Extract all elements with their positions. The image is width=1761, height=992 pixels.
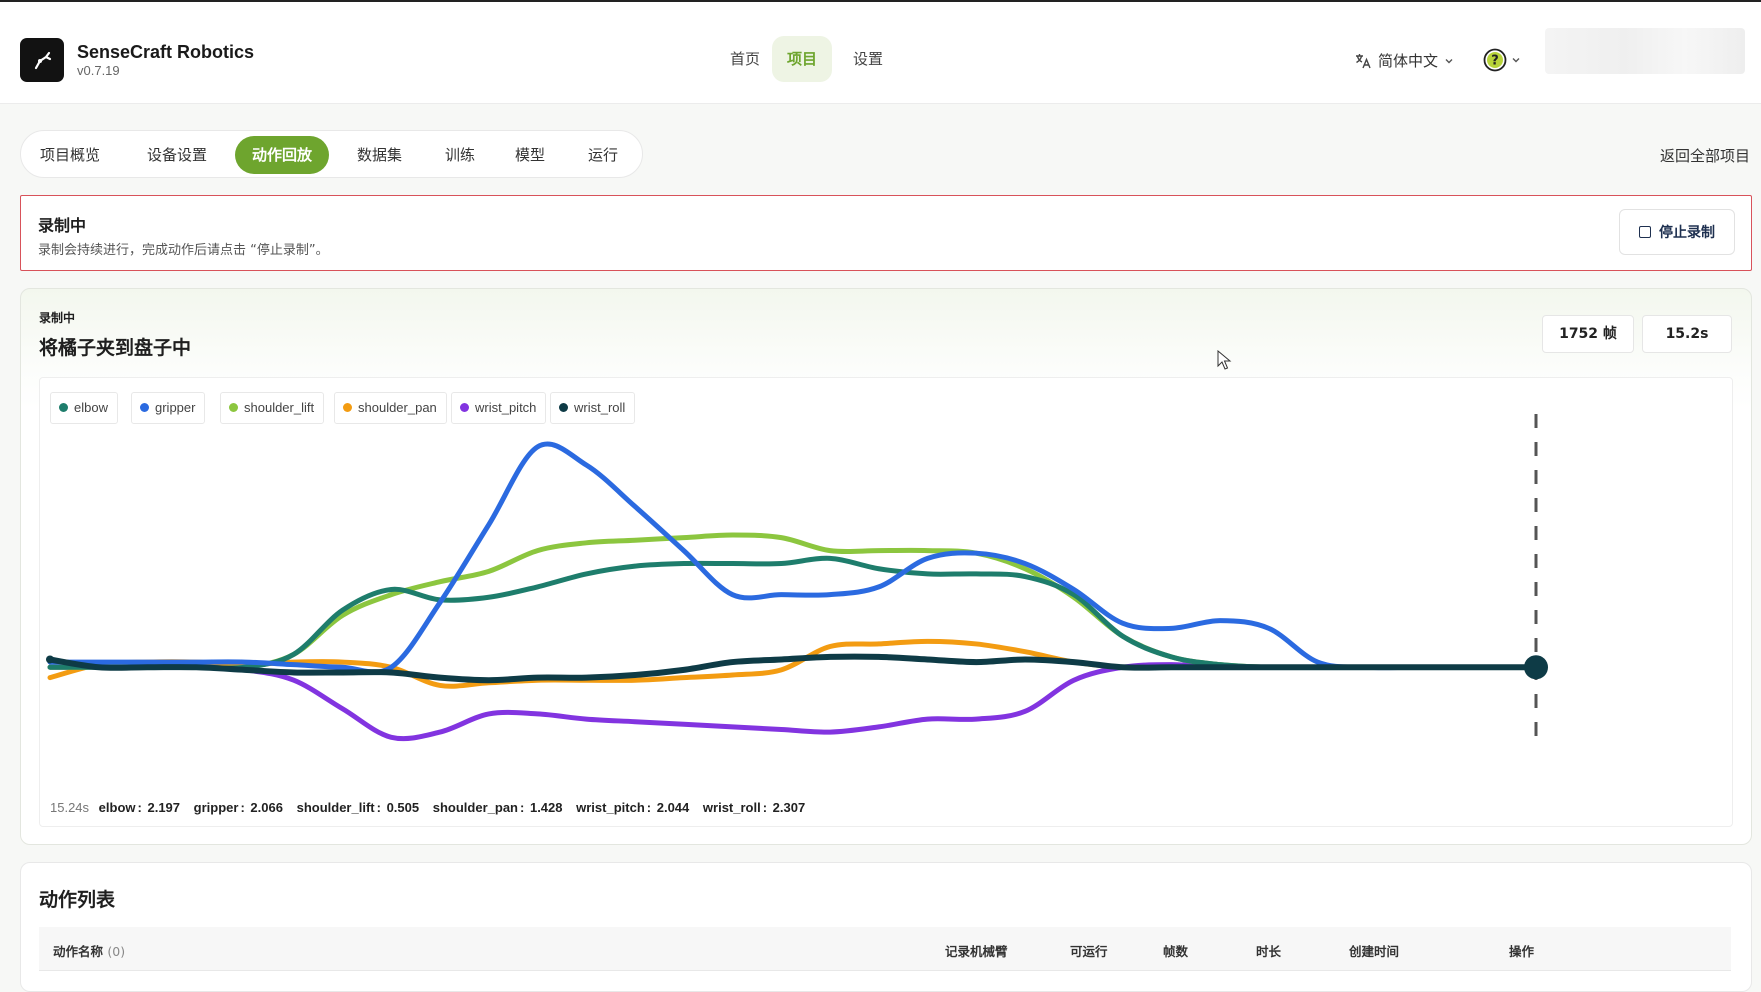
recording-chart-card: 录制中 将橘子夹到盘子中 1752 帧 15.2s elbow gripper … xyxy=(20,288,1752,845)
col-actions: 操作 xyxy=(1509,944,1535,959)
readout-shoulder-lift: shoulder_lift: 0.505 xyxy=(296,800,420,815)
recording-banner-title: 录制中 xyxy=(38,216,87,235)
readout-gripper: gripper: 2.066 xyxy=(193,800,283,815)
tab-datasets[interactable]: 数据集 xyxy=(340,136,419,174)
series-line-shoulder-lift xyxy=(47,532,1539,671)
legend-label: gripper xyxy=(155,400,196,415)
tab-training[interactable]: 训练 xyxy=(428,136,492,174)
recording-banner-description: 录制会持续进行，完成动作后请点击 “停止录制”。 xyxy=(38,243,329,258)
back-to-all-projects-link[interactable]: 返回全部项目 xyxy=(1660,145,1750,166)
series-line-wrist-pitch xyxy=(47,662,1539,742)
start-point-marker xyxy=(46,655,54,664)
legend-label: wrist_pitch xyxy=(475,400,537,415)
col-frames: 帧数 xyxy=(1163,944,1189,959)
col-duration: 时长 xyxy=(1256,944,1282,959)
recording-status-badge: 录制中 xyxy=(39,311,76,325)
legend-dot xyxy=(460,403,469,412)
legend-item-shoulder-lift[interactable]: shoulder_lift xyxy=(220,392,325,424)
nav-settings[interactable]: 设置 xyxy=(838,36,898,82)
col-recorded-arm: 记录机械臂 xyxy=(945,944,1008,959)
series-line-gripper xyxy=(47,441,1539,675)
readout-time: 15.24s xyxy=(50,800,90,815)
tab-device-settings[interactable]: 设备设置 xyxy=(130,136,224,174)
col-action-name[interactable]: 动作名称 (0) xyxy=(53,941,125,960)
chevron-down-icon xyxy=(1512,58,1520,63)
tab-run[interactable]: 运行 xyxy=(571,136,635,174)
language-selector[interactable]: 简体中文 xyxy=(1354,50,1454,71)
value-readout: 15.24s elbow: 2.197 gripper: 2.066 shoul… xyxy=(50,800,815,815)
playhead-handle[interactable] xyxy=(1524,655,1548,680)
frame-count: 1752 帧 xyxy=(1542,315,1634,353)
legend-dot xyxy=(229,403,238,412)
joint-trajectory-plot xyxy=(46,414,1548,748)
mouse-cursor-icon xyxy=(1217,350,1232,370)
legend-item-wrist-roll[interactable]: wrist_roll xyxy=(550,392,636,424)
col-runnable: 可运行 xyxy=(1070,944,1108,959)
readout-wrist-roll: wrist_roll: 2.307 xyxy=(702,800,806,815)
action-title: 将橘子夹到盘子中 xyxy=(39,337,192,359)
joint-trajectory-chart: elbow gripper shoulder_lift shoulder_pan… xyxy=(39,377,1733,827)
user-profile-area[interactable] xyxy=(1545,28,1745,74)
chevron-down-icon xyxy=(1445,58,1453,63)
stop-icon xyxy=(1639,226,1651,238)
readout-shoulder-pan: shoulder_pan: 1.428 xyxy=(432,800,563,815)
tab-overview[interactable]: 项目概览 xyxy=(23,136,117,174)
robot-arm-icon xyxy=(34,51,52,70)
legend-item-gripper[interactable]: gripper xyxy=(131,392,206,424)
col-created-time: 创建时间 xyxy=(1349,944,1400,959)
legend-dot xyxy=(559,403,568,412)
legend-label: wrist_roll xyxy=(574,400,626,415)
legend-item-elbow[interactable]: elbow xyxy=(50,392,118,424)
app-logo[interactable] xyxy=(20,38,64,82)
legend-dot xyxy=(140,403,149,412)
legend-label: elbow xyxy=(74,400,108,415)
project-subtabs: 项目概览 设备设置 动作回放 数据集 训练 模型 运行 xyxy=(20,130,643,178)
tab-models[interactable]: 模型 xyxy=(498,136,562,174)
legend-dot xyxy=(343,403,352,412)
duration: 15.2s xyxy=(1642,315,1732,353)
help-icon: ? xyxy=(1483,48,1507,72)
action-table-header: 动作名称 (0) 记录机械臂 可运行 帧数 时长 创建时间 操作 xyxy=(39,927,1731,971)
app-version: v0.7.19 xyxy=(77,63,120,78)
legend-item-wrist-pitch[interactable]: wrist_pitch xyxy=(451,392,547,424)
readout-elbow: elbow: 2.197 xyxy=(98,800,181,815)
series-line-elbow xyxy=(47,555,1539,671)
translate-icon xyxy=(1356,53,1371,68)
svg-text:?: ? xyxy=(1491,54,1499,69)
action-count: (0) xyxy=(107,944,126,959)
action-list-card: 动作列表 动作名称 (0) 记录机械臂 可运行 帧数 时长 创建时间 操作 xyxy=(20,862,1752,992)
legend-label: shoulder_pan xyxy=(358,400,437,415)
app-header: SenseCraft Robotics v0.7.19 首页 项目 设置 简体中… xyxy=(0,2,1761,104)
app-name: SenseCraft Robotics xyxy=(77,42,255,62)
language-label: 简体中文 xyxy=(1378,52,1439,70)
nav-projects[interactable]: 项目 xyxy=(772,36,833,82)
legend-dot xyxy=(59,403,68,412)
legend-label: shoulder_lift xyxy=(244,400,315,415)
stop-recording-button[interactable]: 停止录制 xyxy=(1619,209,1735,255)
legend-item-shoulder-pan[interactable]: shoulder_pan xyxy=(334,392,447,424)
tab-action-replay[interactable]: 动作回放 xyxy=(235,136,330,174)
action-list-title: 动作列表 xyxy=(39,889,116,911)
stop-recording-label: 停止录制 xyxy=(1659,225,1715,241)
recording-banner: 录制中 录制会持续进行，完成动作后请点击 “停止录制”。 停止录制 xyxy=(20,195,1752,271)
nav-home[interactable]: 首页 xyxy=(715,36,775,82)
readout-wrist-pitch: wrist_pitch: 2.044 xyxy=(576,800,690,815)
help-menu[interactable]: ? xyxy=(1483,48,1521,72)
